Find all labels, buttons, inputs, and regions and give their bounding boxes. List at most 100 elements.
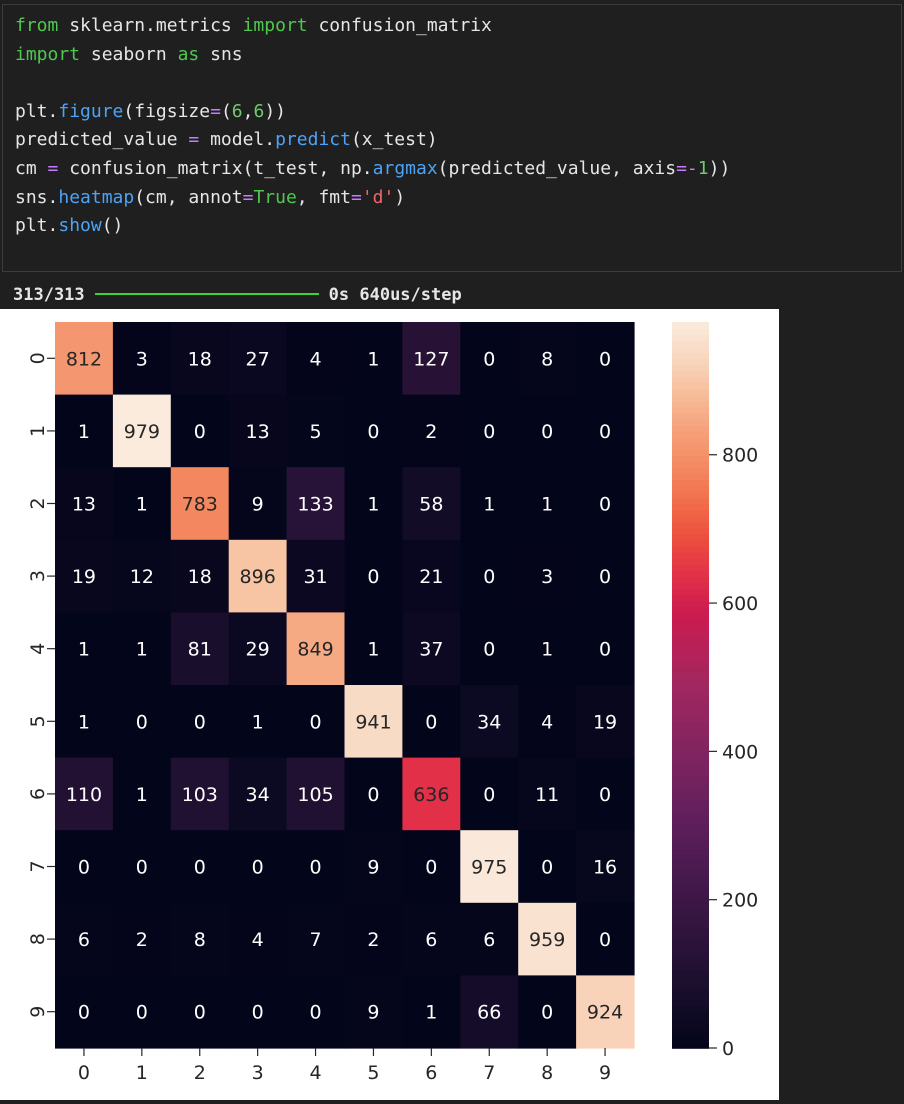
cell-value: 0 bbox=[541, 857, 553, 879]
code-line: plt.show() bbox=[15, 212, 123, 240]
cell-value: 2 bbox=[136, 929, 148, 951]
cell-value: 8 bbox=[541, 348, 553, 370]
colorbar-segment bbox=[672, 933, 709, 940]
colorbar-segment bbox=[672, 545, 709, 553]
colorbar-segment bbox=[672, 612, 709, 620]
colorbar-segment bbox=[672, 588, 709, 596]
cell-value: 1 bbox=[541, 494, 553, 516]
colorbar-segment bbox=[672, 648, 709, 656]
cell-value: 1 bbox=[367, 348, 379, 370]
cell-value: 0 bbox=[310, 857, 322, 879]
code-token: (predicted_value, axis bbox=[437, 158, 677, 179]
x-tick-label: 7 bbox=[483, 1062, 495, 1084]
colorbar-segment bbox=[672, 424, 709, 432]
cell-value: 0 bbox=[425, 711, 437, 733]
colorbar-segment bbox=[672, 987, 709, 995]
code-token: confusion_matrix bbox=[307, 15, 492, 36]
colorbar-segment bbox=[672, 497, 709, 505]
cell-value: 0 bbox=[599, 784, 611, 806]
code-token: (x_test) bbox=[350, 129, 438, 151]
cell-value: 0 bbox=[599, 421, 611, 443]
colorbar-segment bbox=[672, 806, 709, 813]
code-token: import bbox=[15, 43, 81, 65]
colorbar-tick-label: 800 bbox=[722, 445, 758, 467]
cell-value: 9 bbox=[367, 1002, 379, 1024]
colorbar-segment bbox=[672, 400, 709, 408]
colorbar-segment bbox=[672, 600, 709, 608]
cell-value: 1 bbox=[78, 639, 90, 661]
colorbar-segment bbox=[672, 630, 709, 638]
colorbar-segment bbox=[672, 430, 709, 438]
progress-bar bbox=[94, 293, 319, 295]
colorbar-segment bbox=[672, 346, 709, 354]
cell-value: 0 bbox=[367, 784, 379, 806]
cell-value: 0 bbox=[599, 348, 611, 370]
cell-value: 0 bbox=[541, 421, 553, 443]
code-token: = bbox=[188, 129, 200, 151]
colorbar-segment bbox=[672, 582, 709, 589]
colorbar-segment bbox=[672, 515, 709, 523]
code-token: ) bbox=[394, 186, 406, 208]
colorbar-segment bbox=[672, 449, 709, 456]
cell-value: 13 bbox=[72, 494, 96, 516]
colorbar-segment bbox=[672, 914, 709, 922]
cell-value: 1 bbox=[367, 639, 379, 661]
code-line: sns.heatmap(cm, annot=True, fmt='d') bbox=[15, 184, 405, 212]
cell-value: 110 bbox=[66, 784, 102, 806]
x-tick-label: 3 bbox=[252, 1062, 264, 1084]
code-token: model. bbox=[199, 129, 276, 151]
code-token: confusion_matrix(t_test, np. bbox=[58, 158, 373, 179]
cell-value: 6 bbox=[425, 929, 437, 951]
cell-value: 7 bbox=[310, 929, 322, 951]
x-tick-label: 6 bbox=[425, 1062, 437, 1084]
colorbar-segment bbox=[672, 479, 709, 487]
colorbar-segment bbox=[672, 951, 709, 959]
code-token: , bbox=[242, 100, 254, 122]
cell-value: 6 bbox=[483, 929, 495, 951]
colorbar-segment bbox=[672, 969, 709, 977]
code-token: = bbox=[242, 186, 254, 208]
cell-value: 0 bbox=[599, 929, 611, 951]
cell-value: 34 bbox=[477, 711, 501, 733]
colorbar-segment bbox=[672, 691, 709, 698]
colorbar-segment bbox=[672, 781, 709, 789]
colorbar-segment bbox=[672, 527, 709, 535]
cell-value: 0 bbox=[252, 857, 264, 879]
colorbar-segment bbox=[672, 902, 709, 910]
cell-value: 636 bbox=[413, 784, 449, 806]
cell-value: 11 bbox=[535, 784, 559, 806]
cell-value: 4 bbox=[310, 348, 322, 370]
cell-value: 0 bbox=[78, 1002, 90, 1024]
cell-value: 0 bbox=[425, 857, 437, 879]
colorbar-tick-label: 400 bbox=[722, 741, 758, 763]
code-token: , fmt bbox=[296, 186, 351, 208]
code-cell[interactable]: from sklearn.metrics import confusion_ma… bbox=[2, 4, 902, 272]
colorbar-segment bbox=[672, 594, 709, 602]
colorbar-segment bbox=[672, 654, 709, 662]
cell-value: 0 bbox=[310, 1002, 322, 1024]
cell-value: 9 bbox=[367, 857, 379, 879]
colorbar-segment bbox=[672, 636, 709, 644]
colorbar-segment bbox=[672, 963, 709, 971]
code-token: cm bbox=[15, 158, 48, 179]
y-tick-label: 0 bbox=[27, 352, 49, 364]
cell-value: 0 bbox=[310, 711, 322, 733]
cell-value: 1 bbox=[136, 494, 148, 516]
cell-value: 1 bbox=[541, 639, 553, 661]
colorbar-segment bbox=[672, 884, 709, 892]
colorbar-segment bbox=[672, 818, 709, 825]
colorbar-segment bbox=[672, 376, 709, 384]
cell-value: 18 bbox=[188, 566, 212, 588]
colorbar-segment bbox=[672, 854, 709, 862]
cell-value: 5 bbox=[310, 421, 322, 443]
colorbar-segment bbox=[672, 1035, 709, 1043]
colorbar-segment bbox=[672, 824, 709, 831]
cell-value: 4 bbox=[541, 711, 553, 733]
colorbar-segment bbox=[672, 1029, 709, 1037]
cell-value: 13 bbox=[246, 421, 270, 443]
colorbar-segment bbox=[672, 975, 709, 983]
cell-value: 2 bbox=[367, 929, 379, 951]
code-token: seaborn bbox=[80, 43, 178, 65]
colorbar-segment bbox=[672, 703, 709, 710]
code-token: sklearn.metrics bbox=[58, 15, 243, 36]
